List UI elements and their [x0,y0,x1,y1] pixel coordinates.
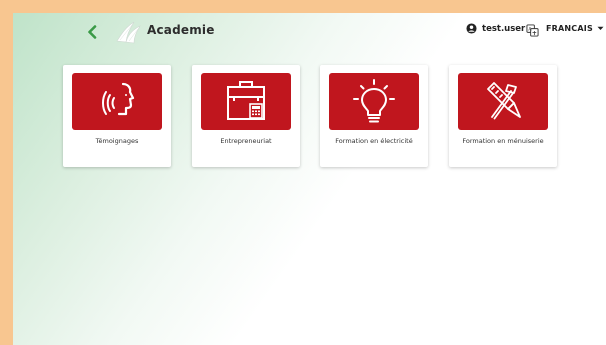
carpentry-tools-icon [487,81,521,119]
card-tile [329,73,419,130]
user-icon [466,23,477,34]
caret-down-icon [597,26,604,30]
card-label: Témoignages [95,137,139,145]
academie-logo-icon [116,21,141,44]
card-formation-menuiserie[interactable]: Formation en ménuiserie [449,65,557,167]
app-title: Academie [147,23,215,37]
chevron-left-icon [88,25,97,39]
card-tile [72,73,162,130]
card-tile [201,73,291,130]
top-bar: Academie test.user A FRANCAIS [13,13,606,51]
light-bulb-icon [353,78,395,122]
card-label: Formation en électricité [335,137,413,145]
language-select[interactable]: FRANCAIS [546,24,604,33]
card-entrepreneuriat[interactable]: Entrepreneuriat [192,65,300,167]
card-label: Formation en ménuiserie [462,137,544,145]
card-formation-electricite[interactable]: Formation en électricité [320,65,428,167]
user-name: test.user [482,23,526,34]
card-tile [458,73,548,130]
back-button[interactable] [83,22,101,42]
translate-icon[interactable]: A [526,24,539,37]
speaking-head-icon [102,82,135,115]
language-label: FRANCAIS [546,24,593,33]
app-frame: Academie test.user A FRANCAIS Témoignage… [13,13,606,345]
toolbox-calculator-icon [227,80,265,120]
user-menu[interactable]: test.user [466,23,525,34]
card-label: Entrepreneuriat [220,137,272,145]
card-temoignages[interactable]: Témoignages [63,65,171,167]
